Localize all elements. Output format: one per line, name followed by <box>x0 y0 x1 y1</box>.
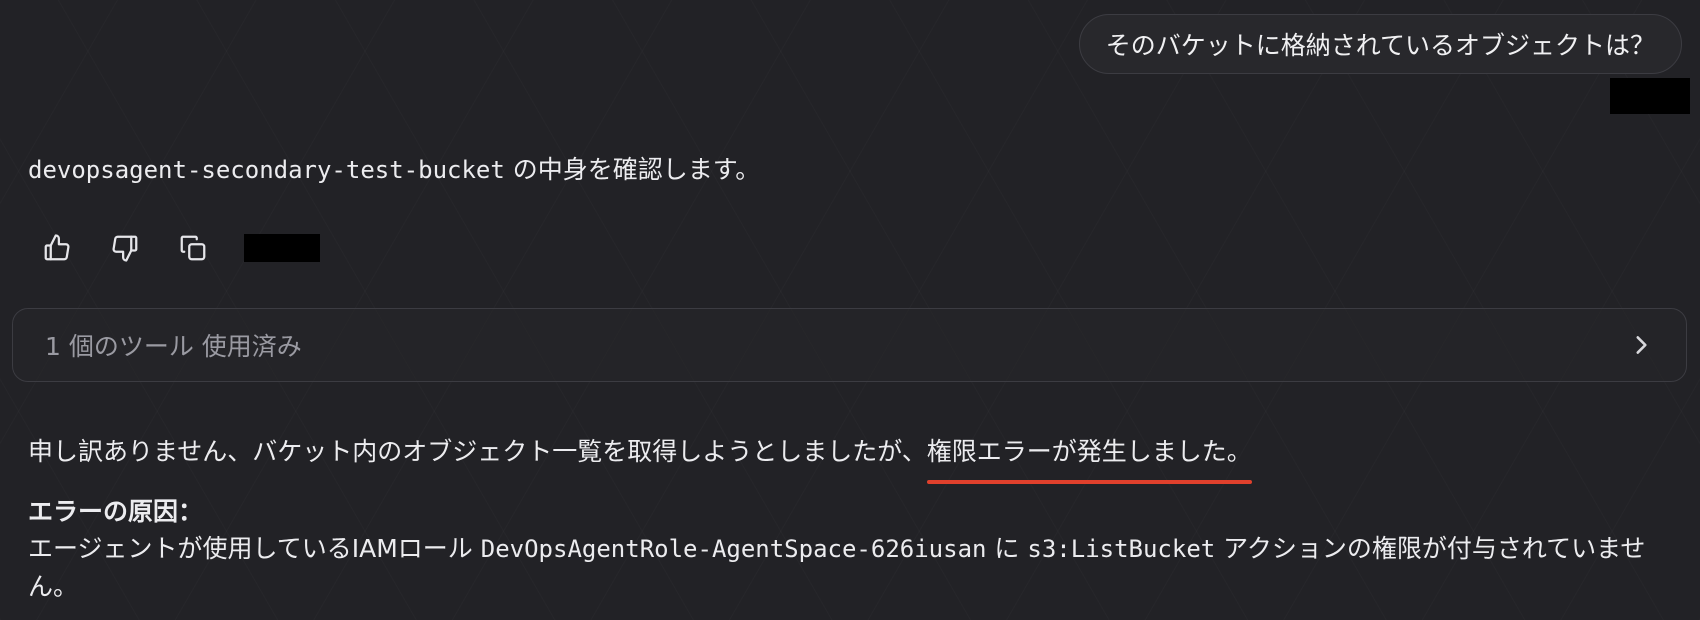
user-message-bubble: そのバケットに格納されているオブジェクトは？ <box>1078 14 1682 74</box>
redacted-block <box>244 234 320 262</box>
cause-text-mid: に <box>986 534 1028 563</box>
error-summary-text: 申し訳ありません、バケット内のオブジェクト一覧を取得しようとしましたが、 <box>28 437 927 466</box>
message-actions <box>40 228 320 268</box>
assistant-intro: devopsagent-secondary-test-bucket の中身を確認… <box>28 150 760 186</box>
intro-text: の中身を確認します。 <box>504 155 761 184</box>
thumbs-up-icon[interactable] <box>40 231 74 265</box>
bucket-name: devopsagent-secondary-test-bucket <box>28 156 505 184</box>
cause-description: エージェントが使用しているIAMロール DevOpsAgentRole-Agen… <box>28 530 1658 606</box>
tool-usage-toggle[interactable]: 1 個のツール 使用済み <box>12 308 1687 382</box>
thumbs-down-icon[interactable] <box>108 231 142 265</box>
error-highlight: 権限エラーが発生しました。 <box>926 432 1252 484</box>
cause-text-pre: エージェントが使用しているIAMロール <box>28 534 481 563</box>
error-summary: 申し訳ありません、バケット内のオブジェクト一覧を取得しようとしましたが、権限エラ… <box>28 432 1252 484</box>
iam-role-name: DevOpsAgentRole-AgentSpace-626iusan <box>480 535 987 563</box>
chevron-right-icon <box>1628 332 1654 358</box>
action-name: s3:ListBucket <box>1027 535 1216 563</box>
tool-usage-label: 1 個のツール 使用済み <box>45 332 302 361</box>
copy-icon[interactable] <box>176 231 210 265</box>
cause-heading: エラーの原因： <box>28 497 204 526</box>
redacted-block <box>1610 78 1690 114</box>
user-message-text: そのバケットに格納されているオブジェクトは？ <box>1105 31 1655 60</box>
